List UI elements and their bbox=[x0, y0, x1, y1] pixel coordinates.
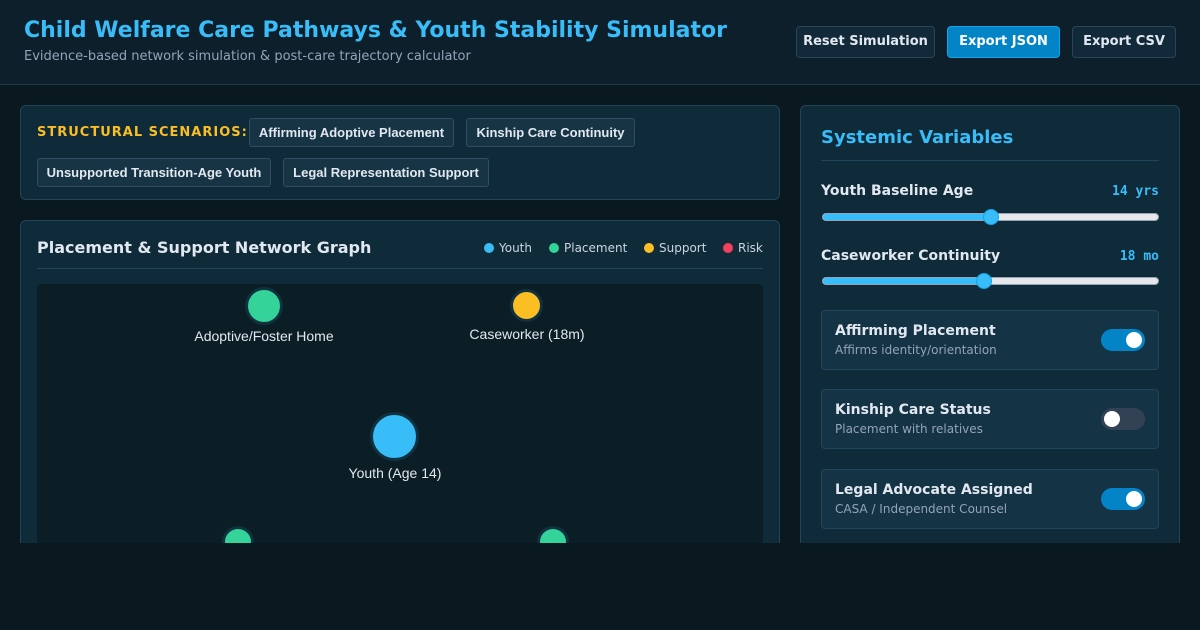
legend-risk: Risk bbox=[723, 241, 763, 255]
scenario-kinship-continuity-chip[interactable]: Kinship Care Continuity bbox=[466, 118, 635, 147]
scenarios-label: STRUCTURAL SCENARIOS: bbox=[37, 125, 248, 140]
app-header: Child Welfare Care Pathways & Youth Stab… bbox=[0, 0, 1200, 85]
legend-placement: Placement bbox=[549, 241, 627, 255]
kinship-care-desc: Placement with relatives bbox=[835, 422, 983, 436]
network-canvas[interactable]: Adoptive/Foster Home Caseworker (18m) Yo… bbox=[37, 284, 763, 544]
placement-home-node[interactable] bbox=[245, 287, 283, 325]
baseline-age-slider-fill bbox=[823, 214, 991, 220]
placement-node-b[interactable] bbox=[537, 526, 569, 544]
legal-advocate-toggle-knob bbox=[1126, 491, 1142, 507]
baseline-age-slider[interactable] bbox=[822, 209, 1159, 225]
viewport-cutoff bbox=[0, 543, 1200, 630]
caseworker-continuity-slider-thumb[interactable] bbox=[975, 273, 992, 289]
legend-youth: Youth bbox=[484, 241, 532, 255]
youth-label: Youth (Age 14) bbox=[348, 465, 442, 481]
affirming-placement-toggle[interactable] bbox=[1101, 329, 1145, 351]
placement-home-label: Adoptive/Foster Home bbox=[194, 328, 334, 344]
systemic-variables-panel: Systemic Variables Youth Baseline Age 14… bbox=[800, 105, 1180, 560]
app-title: Child Welfare Care Pathways & Youth Stab… bbox=[24, 18, 727, 43]
legal-advocate-toggle[interactable] bbox=[1101, 488, 1145, 510]
legend-risk-dot bbox=[723, 243, 733, 253]
legend-placement-dot bbox=[549, 243, 559, 253]
caseworker-node[interactable] bbox=[510, 289, 543, 322]
caseworker-continuity-label: Caseworker Continuity bbox=[821, 248, 1001, 264]
caseworker-continuity-value: 18 mo bbox=[1119, 249, 1159, 264]
affirming-placement-title: Affirming Placement bbox=[835, 323, 996, 339]
legal-advocate-card: Legal Advocate Assigned CASA / Independe… bbox=[821, 469, 1159, 529]
kinship-care-toggle[interactable] bbox=[1101, 408, 1145, 430]
export-json-button[interactable]: Export JSON bbox=[947, 26, 1060, 58]
network-graph-panel: Placement & Support Network Graph Youth … bbox=[20, 220, 780, 560]
export-csv-button[interactable]: Export CSV bbox=[1072, 26, 1176, 58]
graph-title: Placement & Support Network Graph bbox=[37, 238, 372, 257]
caseworker-label: Caseworker (18m) bbox=[469, 326, 585, 342]
kinship-care-toggle-knob bbox=[1104, 411, 1120, 427]
youth-node[interactable] bbox=[370, 412, 419, 461]
sidebar-divider bbox=[821, 160, 1159, 161]
legend-risk-label: Risk bbox=[738, 241, 763, 255]
baseline-age-label: Youth Baseline Age bbox=[821, 183, 974, 199]
caseworker-continuity-slider[interactable] bbox=[822, 273, 1159, 289]
legal-advocate-title: Legal Advocate Assigned bbox=[835, 482, 1033, 498]
baseline-age-value: 14 yrs bbox=[1112, 184, 1159, 199]
graph-divider bbox=[37, 268, 763, 269]
legal-advocate-desc: CASA / Independent Counsel bbox=[835, 502, 1008, 516]
legend-placement-label: Placement bbox=[564, 241, 628, 255]
legend-support: Support bbox=[644, 241, 706, 255]
scenario-affirming-adoptive-chip[interactable]: Affirming Adoptive Placement bbox=[249, 118, 454, 147]
legend-support-dot bbox=[644, 243, 654, 253]
affirming-placement-toggle-knob bbox=[1126, 332, 1142, 348]
reset-simulation-button[interactable]: Reset Simulation bbox=[796, 26, 935, 58]
scenarios-panel: STRUCTURAL SCENARIOS: Affirming Adoptive… bbox=[20, 105, 780, 200]
systemic-variables-title: Systemic Variables bbox=[821, 127, 1014, 148]
legend-support-label: Support bbox=[659, 241, 707, 255]
caseworker-continuity-slider-fill bbox=[823, 278, 984, 284]
scenario-unsupported-transition-chip[interactable]: Unsupported Transition-Age Youth bbox=[37, 158, 271, 187]
affirming-placement-desc: Affirms identity/orientation bbox=[835, 343, 997, 357]
scenario-legal-representation-chip[interactable]: Legal Representation Support bbox=[283, 158, 489, 187]
legend-youth-dot bbox=[484, 243, 494, 253]
app-subtitle: Evidence-based network simulation & post… bbox=[24, 49, 471, 64]
kinship-care-title: Kinship Care Status bbox=[835, 402, 991, 418]
affirming-placement-card: Affirming Placement Affirms identity/ori… bbox=[821, 310, 1159, 370]
baseline-age-slider-thumb[interactable] bbox=[982, 209, 999, 225]
legend-youth-label: Youth bbox=[499, 241, 532, 255]
kinship-care-card: Kinship Care Status Placement with relat… bbox=[821, 389, 1159, 449]
placement-node-a[interactable] bbox=[222, 526, 254, 544]
